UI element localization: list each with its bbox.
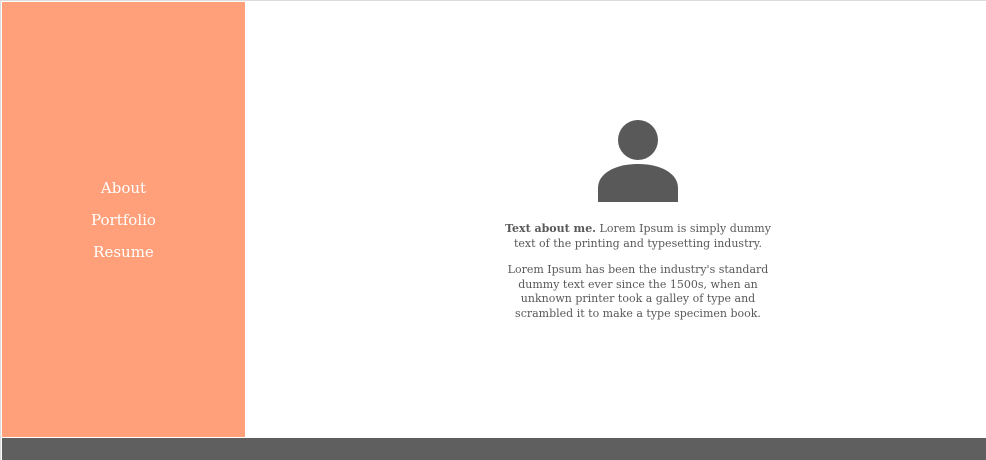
- main-content: Text about me. Lorem Ipsum is simply dum…: [246, 2, 986, 437]
- sidebar: About Portfolio Resume: [2, 2, 245, 437]
- nav-portfolio-link[interactable]: Portfolio: [91, 210, 156, 230]
- nav-about-link[interactable]: About: [101, 178, 146, 198]
- page: About Portfolio Resume Text about me. Lo…: [0, 0, 986, 460]
- nav-resume-link[interactable]: Resume: [93, 242, 154, 262]
- footer-bar: [2, 438, 986, 460]
- intro-paragraph: Text about me. Lorem Ipsum is simply dum…: [498, 222, 778, 251]
- about-text: Text about me. Lorem Ipsum is simply dum…: [498, 222, 778, 333]
- user-silhouette-icon: [598, 120, 678, 202]
- body-paragraph: Lorem Ipsum has been the industry's stan…: [507, 263, 769, 320]
- sidebar-nav: About Portfolio Resume: [91, 178, 156, 262]
- intro-bold-text: Text about me.: [505, 222, 597, 235]
